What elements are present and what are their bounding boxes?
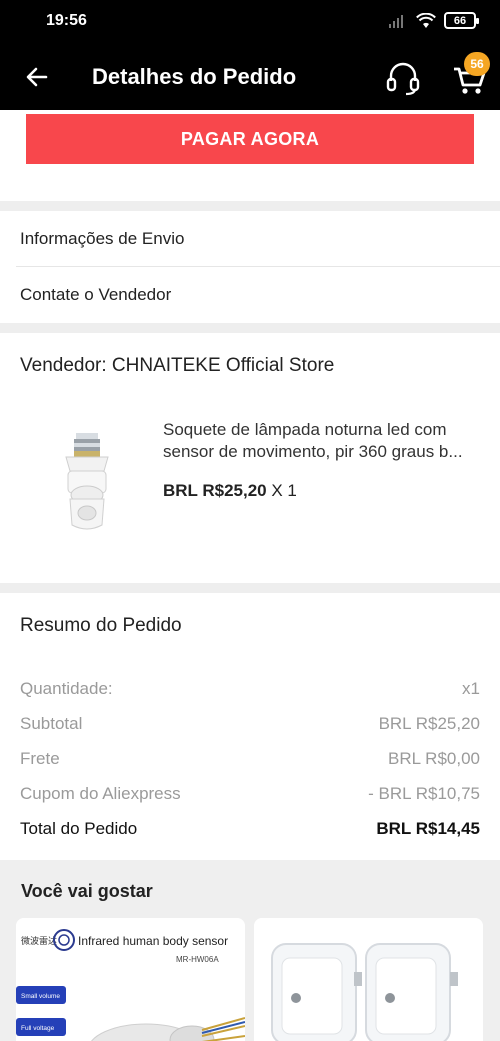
summary-row-total: Total do Pedido BRL R$14,45 xyxy=(20,819,480,843)
rec-tag-2: Full voltage xyxy=(21,1025,55,1032)
summary-value: BRL R$0,00 xyxy=(388,749,480,768)
cart-count-badge: 56 xyxy=(464,52,490,76)
recommendations-section: Você vai gostar 微波雷达 Infrared human body… xyxy=(0,860,500,1041)
product-title[interactable]: Soquete de lâmpada noturna led com senso… xyxy=(163,419,483,463)
recommendation-image xyxy=(254,918,483,1041)
shipping-info-row[interactable]: Informações de Envio xyxy=(0,211,500,267)
rec-model: MR-HW06A xyxy=(176,955,219,964)
arrow-left-icon xyxy=(26,67,48,87)
signal-icon xyxy=(389,14,403,28)
product-price-line: BRL R$25,20 X 1 xyxy=(163,481,297,501)
summary-label: Cupom do Aliexpress xyxy=(20,784,181,803)
pay-now-button[interactable]: PAGAR AGORA xyxy=(26,114,474,164)
summary-label: Subtotal xyxy=(20,714,83,733)
section-divider xyxy=(0,323,500,333)
wifi-icon xyxy=(416,12,436,28)
headset-icon xyxy=(386,62,420,96)
recommendation-image: 微波雷达 Infrared human body sensor MR-HW06A… xyxy=(16,918,245,1041)
shipping-info-label: Informações de Envio xyxy=(20,229,185,248)
order-summary-card: Resumo do Pedido Quantidade: x1 Subtotal… xyxy=(0,593,500,860)
summary-label: Quantidade: xyxy=(20,679,113,698)
pay-section: PAGAR AGORA xyxy=(0,110,500,201)
page-title: Detalhes do Pedido xyxy=(92,64,297,89)
socket-sensor-image xyxy=(65,433,109,530)
product-quantity: X 1 xyxy=(271,481,297,500)
app-bar: Detalhes do Pedido xyxy=(0,44,500,110)
recommendation-card[interactable]: 微波雷达 Infrared human body sensor MR-HW06A… xyxy=(16,918,245,1041)
section-divider xyxy=(0,201,500,211)
seller-name[interactable]: Vendedor: CHNAITEKE Official Store xyxy=(20,355,334,377)
recommendations-title: Você vai gostar xyxy=(21,881,153,901)
product-image[interactable] xyxy=(46,429,128,539)
summary-row-subtotal: Subtotal BRL R$25,20 xyxy=(20,714,480,738)
contact-seller-row[interactable]: Contate o Vendedor xyxy=(0,267,500,323)
rec-tag-1: Small volume xyxy=(21,993,60,1000)
product-price: BRL R$25,20 xyxy=(163,481,267,500)
status-icons: 66 xyxy=(388,12,479,29)
seller-card: Vendedor: CHNAITEKE Official Store Soque… xyxy=(0,333,500,583)
order-summary-title: Resumo do Pedido xyxy=(20,615,182,636)
summary-label: Frete xyxy=(20,749,60,768)
summary-value: - BRL R$10,75 xyxy=(368,784,480,803)
rec-heading: Infrared human body sensor xyxy=(78,934,228,948)
contact-seller-label: Contate o Vendedor xyxy=(20,285,172,304)
recommendation-card[interactable] xyxy=(254,918,483,1041)
back-button[interactable] xyxy=(20,60,54,94)
summary-value: x1 xyxy=(462,679,480,698)
svg-text:微波雷达: 微波雷达 xyxy=(21,935,57,947)
summary-row-coupon: Cupom do Aliexpress - BRL R$10,75 xyxy=(20,784,480,808)
status-bar: 19:56 66 xyxy=(0,0,500,44)
summary-row-quantity: Quantidade: x1 xyxy=(20,679,480,703)
summary-row-shipping: Frete BRL R$0,00 xyxy=(20,749,480,773)
order-total-label: Total do Pedido xyxy=(20,819,138,838)
order-total-value: BRL R$14,45 xyxy=(376,819,480,838)
customer-service-button[interactable] xyxy=(384,59,422,97)
status-time: 19:56 xyxy=(46,12,87,29)
battery-icon: 66 xyxy=(444,12,479,29)
battery-level: 66 xyxy=(453,14,467,27)
summary-value: BRL R$25,20 xyxy=(378,714,480,733)
section-divider xyxy=(0,583,500,593)
